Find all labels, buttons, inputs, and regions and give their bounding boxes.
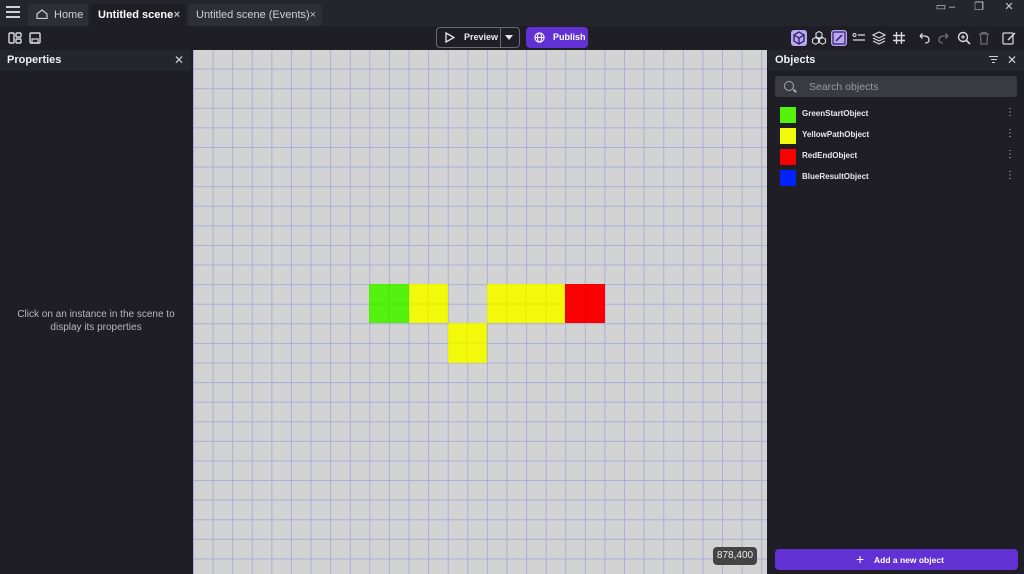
object-thumbnail	[780, 107, 796, 123]
object-name: BlueResultObject	[802, 172, 869, 181]
more-options-icon[interactable]: ⋮	[1005, 107, 1015, 118]
instance-yellowpathobject[interactable]	[428, 284, 448, 304]
instances-list-icon[interactable]	[851, 30, 867, 46]
search-icon	[784, 81, 794, 91]
home-icon	[36, 9, 48, 19]
instance-redendobject[interactable]	[585, 284, 605, 304]
objects-title: Objects	[775, 54, 816, 66]
minimize-icon[interactable]: –	[939, 0, 965, 14]
object-item-yellowpath[interactable]: YellowPathObject ⋮	[768, 126, 1024, 146]
tab-home-label: Home	[54, 9, 84, 21]
object-item-blueresult[interactable]: BlueResultObject ⋮	[768, 168, 1024, 188]
tab-untitled-scene[interactable]: Untitled scene ×	[90, 4, 186, 26]
instance-yellowpathobject[interactable]	[467, 343, 487, 363]
object-item-redend[interactable]: RedEndObject ⋮	[768, 147, 1024, 167]
panels-icon[interactable]	[7, 30, 23, 46]
properties-title: Properties	[7, 54, 62, 66]
scene-canvas[interactable]	[193, 50, 767, 574]
instance-greenstartobject[interactable]	[389, 303, 409, 324]
instance-redendobject[interactable]	[585, 303, 605, 324]
objects-cube-icon[interactable]	[791, 30, 807, 46]
instance-yellowpathobject[interactable]	[408, 284, 429, 304]
properties-panel: Properties ✕ Click on an instance in the…	[0, 50, 191, 574]
zoom-icon[interactable]	[956, 30, 972, 46]
instance-greenstartobject[interactable]	[389, 284, 409, 304]
add-object-label: Add a new object	[874, 555, 944, 565]
undo-icon[interactable]	[916, 30, 932, 46]
publish-button[interactable]: Publish	[526, 27, 588, 48]
object-thumbnail	[780, 170, 796, 186]
object-name: YellowPathObject	[802, 130, 870, 139]
search-bar	[775, 76, 1017, 97]
preview-button[interactable]: Preview	[436, 27, 520, 48]
more-options-icon[interactable]: ⋮	[1005, 128, 1015, 139]
menu-icon[interactable]	[6, 6, 20, 20]
instance-redendobject[interactable]	[565, 284, 585, 304]
instance-yellowpathobject[interactable]	[428, 303, 448, 324]
save-icon[interactable]	[27, 30, 43, 46]
properties-header: Properties ✕	[0, 50, 191, 71]
trash-icon[interactable]	[976, 30, 992, 46]
close-icon[interactable]: ×	[174, 4, 180, 26]
object-thumbnail	[780, 149, 796, 165]
instance-yellowpathobject[interactable]	[487, 303, 507, 324]
instance-yellowpathobject[interactable]	[408, 303, 429, 324]
plus-icon: +	[856, 551, 865, 567]
instance-yellowpathobject[interactable]	[545, 284, 566, 304]
instance-greenstartobject[interactable]	[369, 284, 389, 304]
add-object-button[interactable]: + Add a new object	[775, 549, 1018, 570]
globe-icon	[534, 32, 545, 43]
instance-yellowpathobject[interactable]	[447, 343, 468, 363]
instance-yellowpathobject[interactable]	[447, 323, 468, 343]
instance-yellowpathobject[interactable]	[526, 284, 546, 304]
instance-redendobject[interactable]	[565, 303, 585, 324]
close-icon[interactable]: ✕	[174, 50, 184, 71]
instance-yellowpathobject[interactable]	[526, 303, 546, 324]
instance-yellowpathobject[interactable]	[506, 284, 527, 304]
properties-edit-icon[interactable]	[831, 30, 847, 46]
toolbar: Preview Publish	[0, 26, 1024, 50]
window-close-icon[interactable]: ✕	[996, 0, 1022, 14]
instance-greenstartobject[interactable]	[369, 303, 389, 324]
instance-yellowpathobject[interactable]	[467, 323, 487, 343]
objects-panel: Objects ✕ GreenStartObject ⋮ YellowPathO…	[768, 50, 1024, 574]
tab-events-label: Untitled scene (Events)	[196, 9, 310, 21]
title-bar: Home Untitled scene × Untitled scene (Ev…	[0, 0, 1024, 26]
tab-scene-label: Untitled scene	[98, 9, 174, 21]
instance-yellowpathobject[interactable]	[487, 284, 507, 304]
object-item-greenstart[interactable]: GreenStartObject ⋮	[768, 105, 1024, 125]
play-icon	[445, 32, 455, 43]
search-input[interactable]	[809, 79, 1009, 94]
object-groups-icon[interactable]	[811, 30, 827, 46]
divider	[500, 28, 501, 47]
instance-yellowpathobject[interactable]	[506, 303, 527, 324]
filter-icon[interactable]	[989, 56, 998, 65]
cursor-coordinates: 878,400	[713, 547, 757, 565]
tab-scene-events[interactable]: Untitled scene (Events) ×	[188, 4, 322, 26]
grid-icon[interactable]	[891, 30, 907, 46]
more-options-icon[interactable]: ⋮	[1005, 170, 1015, 181]
close-icon[interactable]: ✕	[1007, 50, 1017, 71]
tab-home[interactable]: Home	[28, 4, 88, 26]
preview-label: Preview	[464, 32, 499, 42]
instance-yellowpathobject[interactable]	[545, 303, 566, 324]
scene-properties-icon[interactable]	[1001, 30, 1017, 46]
redo-icon[interactable]	[936, 30, 952, 46]
close-icon[interactable]: ×	[310, 4, 316, 26]
objects-header: Objects ✕	[768, 50, 1024, 71]
object-name: RedEndObject	[802, 151, 858, 160]
object-name: GreenStartObject	[802, 109, 869, 118]
more-options-icon[interactable]: ⋮	[1005, 149, 1015, 160]
layers-icon[interactable]	[871, 30, 887, 46]
publish-label: Publish	[553, 32, 586, 42]
restore-icon[interactable]: ❐	[966, 0, 992, 14]
object-thumbnail	[780, 128, 796, 144]
chevron-down-icon[interactable]	[505, 35, 513, 40]
properties-hint: Click on an instance in the scene to dis…	[17, 309, 175, 333]
